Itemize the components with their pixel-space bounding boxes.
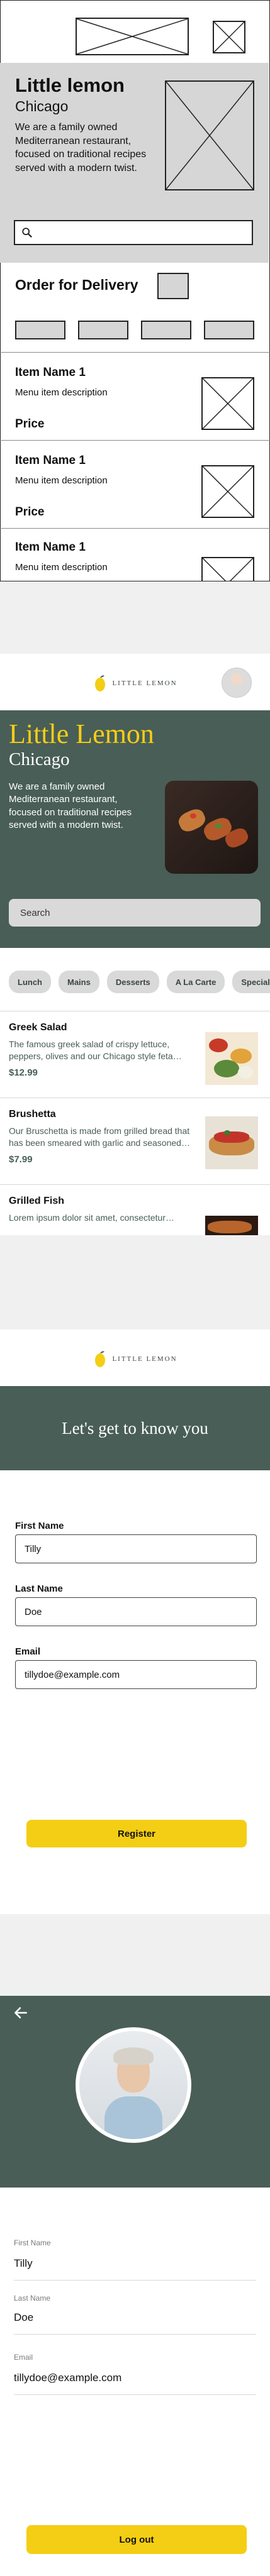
wireframe-screen: Little lemon Chicago We are a family own…: [0, 0, 270, 581]
category-filter[interactable]: [78, 321, 128, 339]
hero-title: Little lemon: [15, 74, 125, 96]
profile-last-name-label: Last Name: [14, 2294, 51, 2303]
email-value: tillydoe@example.com: [25, 1669, 120, 1680]
hero-description: We are a family owned Mediterranean rest…: [15, 122, 147, 173]
lemon-icon: [95, 1351, 106, 1367]
order-delivery-icon-placeholder: [157, 273, 189, 299]
category-chip-lunch[interactable]: Lunch: [9, 971, 51, 993]
item-name: Item Name 1: [15, 454, 86, 467]
hero-title: Little Lemon: [9, 718, 154, 749]
email-field[interactable]: tillydoe@example.com: [15, 1660, 257, 1689]
hero-image-placeholder: [165, 80, 254, 190]
dish-description: Lorem ipsum dolor sit amet, consectetur …: [9, 1213, 166, 1223]
category-chip-desserts[interactable]: Desserts: [106, 971, 159, 993]
category-chip-specials[interactable]: Specials: [232, 971, 270, 993]
category-filter[interactable]: [15, 321, 65, 339]
item-image-placeholder: [201, 377, 254, 430]
category-chips: Lunch Mains Desserts A La Carte Specials: [9, 971, 270, 996]
onboarding-heading: Let's get to know you: [62, 1418, 208, 1438]
category-chip-a-la-carte[interactable]: A La Carte: [166, 971, 225, 993]
profile-avatar[interactable]: [76, 2027, 191, 2143]
screen-gap: [0, 581, 270, 654]
dish-description: Our Bruschetta is made from grilled brea…: [9, 1126, 190, 1148]
wireframe-item[interactable]: Item Name 1 Menu item description Price: [0, 440, 269, 528]
last-name-field[interactable]: Doe: [15, 1597, 257, 1626]
first-name-value: Tilly: [25, 1543, 42, 1555]
category-filter[interactable]: [141, 321, 191, 339]
dish-image: [205, 1032, 258, 1085]
profile-avatar[interactable]: [222, 668, 252, 698]
profile-last-name-value[interactable]: Doe: [14, 2311, 33, 2324]
divider: [14, 2280, 256, 2281]
profile-first-name-value[interactable]: Tilly: [14, 2257, 33, 2270]
wireframe-item[interactable]: Item Name 1 Menu item description Price: [0, 352, 269, 440]
item-description: Menu item description: [15, 475, 108, 486]
profile-header: [0, 1996, 270, 2188]
profile-email-label: Email: [14, 2353, 33, 2362]
menu-item[interactable]: Greek Salad The famous greek salad of cr…: [0, 1011, 270, 1098]
search-icon: [22, 228, 32, 238]
profile-screen: First Name Tilly Last Name Doe Email til…: [0, 1996, 270, 2576]
menu-item[interactable]: Brushetta Our Bruschetta is made from gr…: [0, 1098, 270, 1184]
dish-name: Brushetta: [9, 1109, 56, 1120]
last-name-label: Last Name: [15, 1583, 63, 1594]
item-price: Price: [15, 417, 45, 431]
item-description: Menu item description: [15, 387, 108, 398]
logo-placeholder: [76, 18, 189, 55]
search-input[interactable]: Search: [9, 899, 261, 927]
screen-gap: [0, 1914, 270, 1996]
item-image-placeholder: [201, 557, 254, 581]
divider: [14, 2334, 256, 2335]
dish-image: [205, 1116, 258, 1169]
screen-gap: [0, 1235, 270, 1329]
onboarding-screen: LITTLE LEMON Let's get to know you First…: [0, 1329, 270, 1914]
category-chip-mains[interactable]: Mains: [59, 971, 99, 993]
hero-subtitle: Chicago: [15, 98, 69, 114]
register-button[interactable]: Register: [26, 1820, 247, 1847]
profile-first-name-label: First Name: [14, 2238, 51, 2247]
profile-email-value[interactable]: tillydoe@example.com: [14, 2372, 121, 2384]
item-name: Item Name 1: [15, 366, 86, 379]
dish-name: Greek Salad: [9, 1022, 67, 1033]
last-name-value: Doe: [25, 1606, 42, 1617]
first-name-label: First Name: [15, 1521, 64, 1531]
hero-section: Little Lemon Chicago We are a family own…: [0, 710, 270, 948]
dish-price: $7.99: [9, 1153, 33, 1165]
arrow-left-icon[interactable]: [13, 2005, 29, 2021]
home-header: LITTLE LEMON: [0, 654, 270, 710]
order-delivery-label: Order for Delivery: [15, 277, 138, 293]
dish-description: The famous greek salad of crispy lettuce…: [9, 1039, 173, 1061]
divider: [14, 2394, 256, 2395]
item-description: Menu item description: [15, 562, 108, 573]
logo: LITTLE LEMON: [82, 673, 189, 694]
category-filter[interactable]: [204, 321, 254, 339]
wireframe-item[interactable]: Item Name 1 Menu item description: [0, 528, 269, 581]
dish-image: [205, 1216, 258, 1235]
item-price: Price: [15, 505, 45, 519]
wireframe-search-bar[interactable]: [14, 220, 253, 245]
dish-name: Grilled Fish: [9, 1196, 65, 1206]
first-name-field[interactable]: Tilly: [15, 1534, 257, 1563]
onboarding-banner: Let's get to know you: [0, 1386, 270, 1470]
dish-price: $12.99: [9, 1067, 38, 1078]
hero-subtitle: Chicago: [9, 749, 70, 769]
hero-image: [165, 781, 258, 874]
logout-button[interactable]: Log out: [26, 2525, 247, 2554]
logo: LITTLE LEMON: [82, 1348, 189, 1370]
item-name: Item Name 1: [15, 541, 86, 554]
profile-placeholder[interactable]: [213, 21, 245, 53]
item-image-placeholder: [201, 465, 254, 518]
search-placeholder: Search: [20, 907, 50, 918]
hero-description: We are a family owned Mediterranean rest…: [9, 781, 132, 830]
menu-item[interactable]: Grilled Fish Lorem ipsum dolor sit amet,…: [0, 1184, 270, 1235]
logo-text: LITTLE LEMON: [112, 680, 177, 687]
logo-text: LITTLE LEMON: [112, 1355, 177, 1363]
email-label: Email: [15, 1646, 41, 1657]
lemon-icon: [95, 675, 106, 691]
home-screen: LITTLE LEMON Little Lemon Chicago We are…: [0, 654, 270, 1235]
